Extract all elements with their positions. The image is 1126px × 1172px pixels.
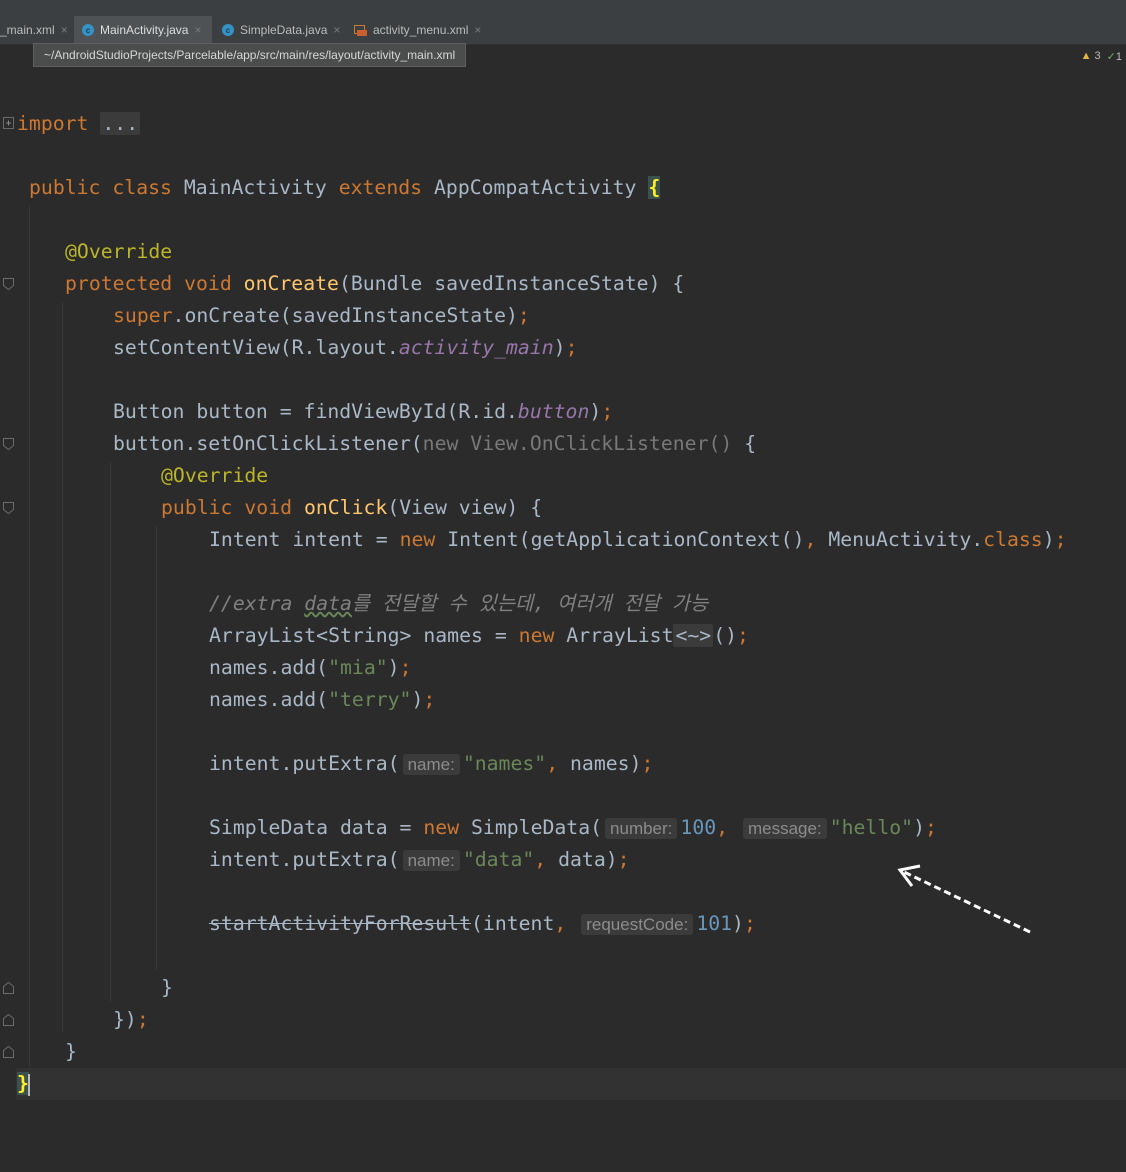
parameter-hint: number: — [605, 818, 678, 839]
code-line-close-oncreate[interactable]: } — [65, 1036, 77, 1068]
parameter-hint: message: — [742, 818, 827, 839]
code-line-override-inner[interactable]: @Override — [161, 460, 268, 492]
parameter-hint: name: — [402, 754, 460, 775]
tab-label: MainActivity.java — [100, 23, 189, 37]
ok-count[interactable]: ✓1 — [1107, 50, 1122, 63]
folded-diamond[interactable]: <~> — [673, 624, 714, 647]
tab-activity-main-xml[interactable]: _main.xml × — [0, 16, 70, 44]
code-line-onclick[interactable]: public void onClick(View view) { — [161, 492, 542, 524]
editor-tab-bar: _main.xml × c MainActivity.java × c Simp… — [0, 16, 1126, 45]
code-line-simple-data[interactable]: SimpleData data = new SimpleData(number:… — [209, 812, 937, 844]
check-icon: ✓ — [1106, 51, 1116, 63]
spelling-typo: data — [304, 592, 352, 615]
code-line-close-listener[interactable]: }); — [113, 1004, 149, 1036]
parameter-hint: requestCode: — [581, 914, 694, 935]
tab-activity-menu-xml[interactable]: activity_menu.xml × — [354, 16, 494, 44]
code-line-import[interactable]: import ... — [17, 108, 141, 140]
code-line-put-extra-names[interactable]: intent.putExtra(name: "names", names); — [209, 748, 653, 780]
text-caret — [27, 1073, 30, 1096]
code-line-add-mia[interactable]: names.add("mia"); — [209, 652, 411, 684]
fold-collapse-icon[interactable] — [3, 438, 14, 450]
dashed-arrow-annotation — [897, 864, 1031, 934]
code-line-class-declaration[interactable]: public class MainActivity extends AppCom… — [29, 172, 661, 204]
indent-guide — [110, 462, 111, 1002]
close-icon[interactable]: × — [333, 23, 340, 37]
parameter-hint: name: — [402, 850, 460, 871]
warning-count[interactable]: ▲ 3 — [1081, 50, 1101, 63]
inspection-widget[interactable]: ▲ 3 ✓1 — [1081, 50, 1122, 63]
code-line-put-extra-data[interactable]: intent.putExtra(name: "data", data); — [209, 844, 630, 876]
xml-file-icon — [354, 24, 367, 36]
java-class-icon: c — [82, 24, 94, 36]
code-line-set-content-view[interactable]: setContentView(R.layout.activity_main); — [113, 332, 578, 364]
fold-collapse-icon[interactable] — [3, 278, 14, 290]
code-line-super[interactable]: super.onCreate(savedInstanceState); — [113, 300, 530, 332]
fold-end-icon[interactable] — [3, 1014, 14, 1026]
fold-expand-icon[interactable] — [3, 117, 14, 129]
close-icon[interactable]: × — [474, 23, 481, 37]
code-line-oncreate[interactable]: protected void onCreate(Bundle savedInst… — [65, 268, 684, 300]
code-line-close-class[interactable]: } — [17, 1068, 30, 1100]
tab-label: SimpleData.java — [240, 23, 328, 37]
code-line-set-listener[interactable]: button.setOnClickListener(new View.OnCli… — [113, 428, 756, 460]
fold-end-icon[interactable] — [3, 1046, 14, 1058]
code-line-arraylist[interactable]: ArrayList<String> names = new ArrayList <… — [209, 620, 749, 652]
code-line-close-onclick[interactable]: } — [161, 972, 173, 1004]
code-line-new-intent[interactable]: Intent intent = new Intent(getApplicatio… — [209, 524, 1067, 556]
file-path-tooltip: ~/AndroidStudioProjects/Parcelable/app/s… — [33, 43, 467, 67]
deprecated-method: startActivityForResult — [209, 912, 472, 935]
code-line-start-activity[interactable]: startActivityForResult(intent, requestCo… — [209, 908, 756, 940]
warning-icon: ▲ — [1080, 50, 1092, 62]
matched-brace: { — [648, 176, 661, 199]
fold-end-icon[interactable] — [3, 982, 14, 994]
indent-guide — [156, 526, 157, 970]
code-line-find-button[interactable]: Button button = findViewById(R.id.button… — [113, 396, 613, 428]
indent-guide — [62, 302, 63, 1032]
tab-main-activity-java[interactable]: c MainActivity.java × — [74, 16, 212, 44]
code-line-comment[interactable]: //extra data를 전달할 수 있는데, 여러개 전달 가능 — [209, 588, 708, 620]
close-icon[interactable]: × — [61, 23, 68, 37]
code-line-add-terry[interactable]: names.add("terry"); — [209, 684, 435, 716]
indent-guide — [29, 206, 30, 1066]
java-class-icon: c — [222, 24, 234, 36]
folded-imports[interactable]: ... — [100, 112, 141, 135]
tab-label: activity_menu.xml — [373, 23, 469, 37]
fold-collapse-icon[interactable] — [3, 502, 14, 514]
current-line-highlight — [16, 1068, 1126, 1100]
code-line-override[interactable]: @Override — [65, 236, 172, 268]
window-top-strip — [0, 0, 1126, 16]
tab-simple-data-java[interactable]: c SimpleData.java × — [222, 16, 350, 44]
close-icon[interactable]: × — [194, 23, 201, 37]
tab-label: _main.xml — [0, 23, 55, 37]
